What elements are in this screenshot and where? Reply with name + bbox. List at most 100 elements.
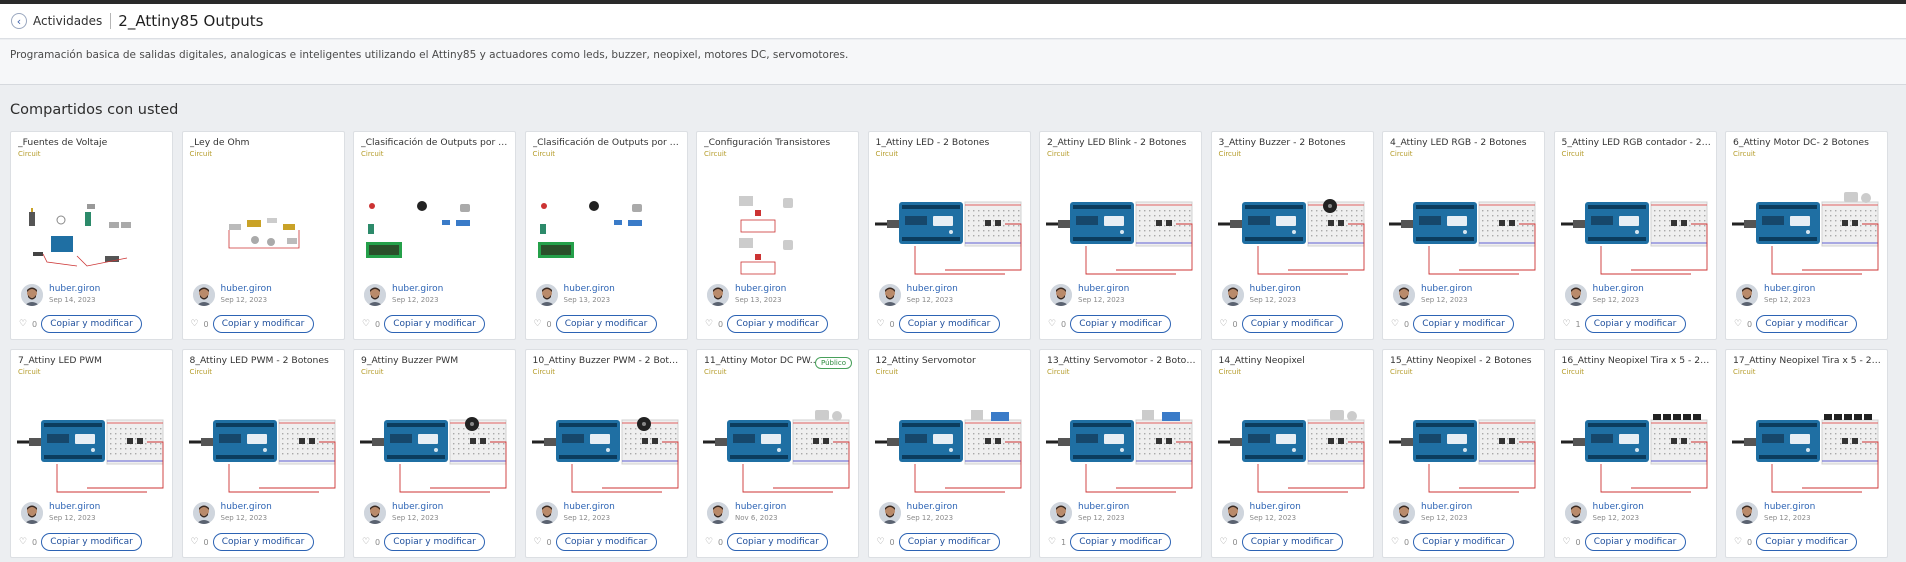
copy-modify-button[interactable]: Copiar y modificar	[384, 533, 485, 551]
card-thumbnail[interactable]	[17, 162, 167, 280]
avatar[interactable]	[707, 284, 729, 306]
circuit-card[interactable]: _Clasificación de Outputs por el ti... C…	[524, 131, 688, 340]
circuit-thumbnail[interactable]	[1556, 380, 1711, 498]
heart-icon[interactable]: ♡	[705, 319, 713, 329]
copy-modify-button[interactable]: Copiar y modificar	[1241, 315, 1343, 333]
author-name[interactable]: huber.giron	[1078, 502, 1129, 512]
circuit-card[interactable]: 12_Attiny Servomotor Circuit huber.giron…	[867, 349, 1031, 558]
copy-modify-button[interactable]: Copiar y modificar	[555, 315, 657, 333]
card-thumbnail[interactable]	[527, 380, 682, 498]
circuit-card[interactable]: 16_Attiny Neopixel Tira x 5 - 2 Bot... C…	[1553, 349, 1717, 558]
card-thumbnail[interactable]	[1728, 380, 1882, 498]
circuit-card[interactable]: 13_Attiny Servomotor - 2 Botones Circuit…	[1039, 349, 1202, 558]
copy-modify-button[interactable]: Copiar y modificar	[1070, 315, 1171, 333]
copy-modify-button[interactable]: Copiar y modificar	[1241, 533, 1343, 551]
card-title[interactable]: _Fuentes de Voltaje	[18, 137, 168, 148]
heart-icon[interactable]: ♡	[877, 319, 885, 329]
copy-modify-button[interactable]: Copiar y modificar	[212, 315, 314, 333]
circuit-thumbnail[interactable]	[17, 162, 167, 280]
heart-icon[interactable]: ♡	[1220, 537, 1228, 547]
author-name[interactable]: huber.giron	[49, 284, 100, 294]
heart-icon[interactable]: ♡	[1563, 319, 1571, 329]
card-thumbnail[interactable]	[1556, 162, 1711, 280]
card-title[interactable]: 14_Attiny Neopixel	[1219, 355, 1369, 366]
card-title[interactable]: 15_Attiny Neopixel - 2 Botones	[1390, 355, 1540, 366]
avatar[interactable]	[364, 502, 386, 524]
avatar[interactable]	[1736, 502, 1758, 524]
card-thumbnail[interactable]	[360, 162, 510, 280]
card-thumbnail[interactable]	[532, 162, 682, 280]
avatar[interactable]	[1564, 502, 1587, 524]
card-title[interactable]: 2_Attiny LED Blink - 2 Botones	[1047, 137, 1197, 148]
circuit-thumbnail[interactable]	[703, 162, 853, 280]
avatar[interactable]	[21, 284, 43, 306]
copy-modify-button[interactable]: Copiar y modificar	[212, 533, 314, 551]
heart-icon[interactable]: ♡	[362, 319, 370, 329]
author-name[interactable]: huber.giron	[1250, 284, 1301, 294]
avatar[interactable]	[1393, 502, 1415, 524]
circuit-card[interactable]: 17_Attiny Neopixel Tira x 5 - 2 Bot... C…	[1725, 349, 1888, 558]
circuit-thumbnail[interactable]	[1728, 380, 1882, 498]
avatar[interactable]	[535, 502, 558, 524]
circuit-thumbnail[interactable]	[699, 380, 853, 498]
heart-icon[interactable]: ♡	[1734, 537, 1742, 547]
author-name[interactable]: huber.giron	[907, 502, 958, 512]
circuit-thumbnail[interactable]	[870, 162, 1025, 280]
author-name[interactable]: huber.giron	[564, 502, 615, 512]
circuit-card[interactable]: 9_Attiny Buzzer PWM Circuit huber.giron …	[353, 349, 516, 558]
card-title[interactable]: 4_Attiny LED RGB - 2 Botones	[1390, 137, 1540, 148]
copy-modify-button[interactable]: Copiar y modificar	[727, 315, 828, 333]
heart-icon[interactable]: ♡	[534, 537, 542, 547]
card-title[interactable]: 12_Attiny Servomotor	[876, 355, 1026, 366]
author-name[interactable]: huber.giron	[735, 502, 786, 512]
circuit-thumbnail[interactable]	[360, 162, 510, 280]
heart-icon[interactable]: ♡	[1391, 319, 1399, 329]
author-name[interactable]: huber.giron	[392, 502, 443, 512]
circuit-thumbnail[interactable]	[1213, 380, 1368, 498]
avatar[interactable]	[364, 284, 386, 306]
circuit-card[interactable]: 5_Attiny LED RGB contador - 2 Bot... Cir…	[1553, 131, 1717, 340]
card-thumbnail[interactable]	[699, 380, 853, 498]
circuit-thumbnail[interactable]	[1385, 380, 1539, 498]
circuit-thumbnail[interactable]	[356, 380, 510, 498]
card-thumbnail[interactable]	[13, 380, 167, 498]
circuit-thumbnail[interactable]	[1385, 162, 1539, 280]
heart-icon[interactable]: ♡	[362, 537, 370, 547]
heart-icon[interactable]: ♡	[19, 537, 27, 547]
author-name[interactable]: huber.giron	[907, 284, 958, 294]
avatar[interactable]	[878, 284, 901, 306]
circuit-card[interactable]: 2_Attiny LED Blink - 2 Botones Circuit h…	[1039, 131, 1202, 340]
avatar[interactable]	[1050, 284, 1072, 306]
card-thumbnail[interactable]	[189, 162, 339, 280]
card-thumbnail[interactable]	[1385, 380, 1539, 498]
heart-icon[interactable]: ♡	[1048, 537, 1056, 547]
circuit-card[interactable]: 6_Attiny Motor DC- 2 Botones Circuit hub…	[1725, 131, 1888, 340]
card-thumbnail[interactable]	[1385, 162, 1539, 280]
author-name[interactable]: huber.giron	[1078, 284, 1129, 294]
card-thumbnail[interactable]	[1556, 380, 1711, 498]
card-thumbnail[interactable]	[870, 380, 1025, 498]
heart-icon[interactable]: ♡	[534, 319, 542, 329]
heart-icon[interactable]: ♡	[705, 537, 713, 547]
avatar[interactable]	[1050, 502, 1072, 524]
circuit-thumbnail[interactable]	[189, 162, 339, 280]
avatar[interactable]	[1393, 284, 1415, 306]
heart-icon[interactable]: ♡	[877, 537, 885, 547]
card-title[interactable]: _Clasificación de Outputs por el ti...	[361, 137, 511, 148]
card-title[interactable]: _Ley de Ohm	[190, 137, 340, 148]
card-title[interactable]: 1_Attiny LED - 2 Botones	[876, 137, 1026, 148]
circuit-card[interactable]: 14_Attiny Neopixel Circuit huber.giron S…	[1210, 349, 1374, 558]
heart-icon[interactable]: ♡	[1220, 319, 1228, 329]
card-title[interactable]: 9_Attiny Buzzer PWM	[361, 355, 511, 366]
author-name[interactable]: huber.giron	[392, 284, 443, 294]
copy-modify-button[interactable]: Copiar y modificar	[1413, 315, 1514, 333]
avatar[interactable]	[1564, 284, 1587, 306]
circuit-card[interactable]: 1_Attiny LED - 2 Botones Circuit huber.g…	[867, 131, 1031, 340]
author-name[interactable]: huber.giron	[49, 502, 100, 512]
author-name[interactable]: huber.giron	[1250, 502, 1301, 512]
card-title[interactable]: 13_Attiny Servomotor - 2 Botones	[1047, 355, 1197, 366]
circuit-card[interactable]: _Fuentes de Voltaje Circuit huber.giron …	[10, 131, 173, 340]
card-thumbnail[interactable]	[184, 380, 339, 498]
copy-modify-button[interactable]: Copiar y modificar	[384, 315, 485, 333]
heart-icon[interactable]: ♡	[191, 537, 199, 547]
